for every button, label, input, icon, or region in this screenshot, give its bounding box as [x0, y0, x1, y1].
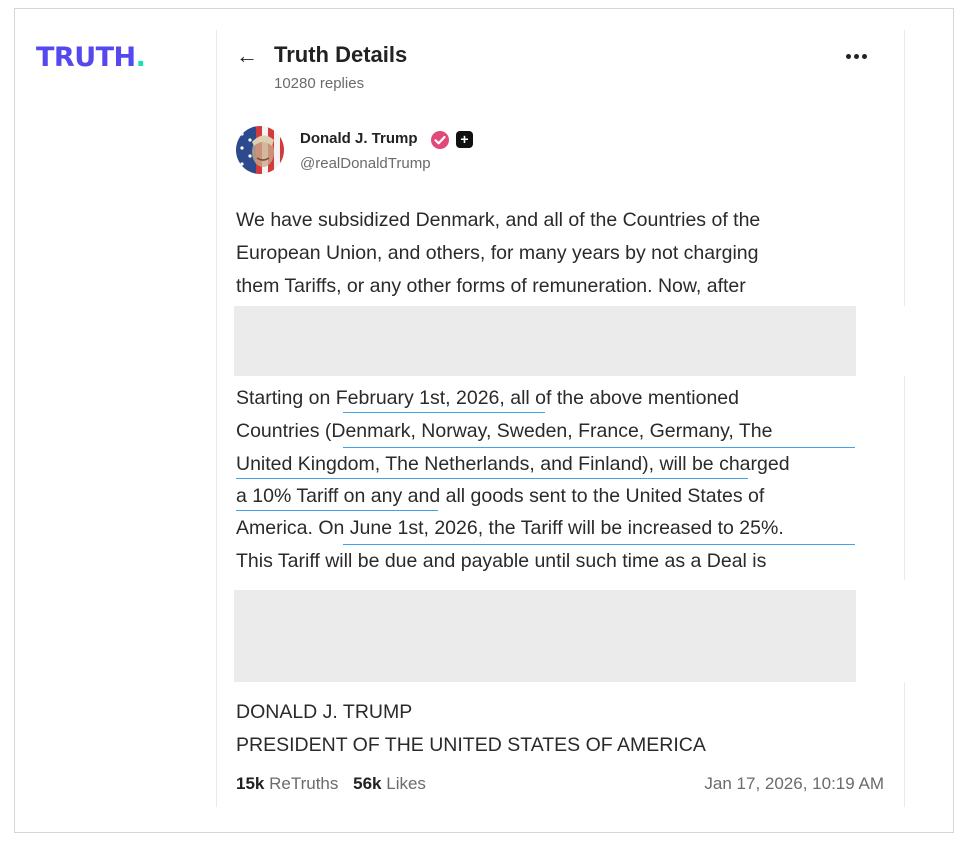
author-handle[interactable]: @realDonaldTrump: [300, 155, 431, 172]
right-column-divider-bottom: [904, 682, 905, 807]
verified-badge-icon: [431, 131, 449, 149]
avatar[interactable]: [236, 126, 284, 174]
logo-dot: .: [135, 42, 146, 73]
page-title: Truth Details: [274, 42, 408, 67]
post-line: European Union, and others, for many yea…: [236, 242, 759, 264]
post-line: America. On June 1st, 2026, the Tariff w…: [236, 517, 784, 539]
retruths-label: ReTruths: [269, 774, 339, 793]
likes-stat[interactable]: 56k Likes: [353, 774, 426, 793]
redacted-block: [234, 306, 856, 376]
plus-badge-icon: +: [456, 131, 473, 148]
right-column-divider-middle: [904, 376, 905, 580]
post-line: Countries (Denmark, Norway, Sweden, Fran…: [236, 420, 773, 442]
post-timestamp: Jan 17, 2026, 10:19 AM: [704, 774, 884, 793]
redacted-block: [234, 590, 856, 682]
highlight-underline: [236, 478, 748, 479]
truth-logo[interactable]: TRUTH.: [36, 42, 146, 73]
right-column-divider-top: [904, 30, 905, 306]
post-line: a 10% Tariff on any and all goods sent t…: [236, 485, 765, 507]
left-column-divider: [216, 30, 217, 807]
retruths-stat[interactable]: 15k ReTruths: [236, 774, 338, 793]
author-name[interactable]: Donald J. Trump: [300, 130, 418, 147]
highlight-underline: [236, 510, 438, 511]
replies-count: 10280 replies: [274, 75, 365, 92]
highlight-underline: [343, 544, 855, 545]
logo-text: TRUTH: [36, 42, 136, 73]
retruths-count: 15k: [236, 774, 265, 793]
signature-line: DONALD J. TRUMP: [236, 701, 413, 723]
post-line: We have subsidized Denmark, and all of t…: [236, 209, 761, 231]
likes-count: 56k: [353, 774, 382, 793]
more-horizontal-icon[interactable]: [846, 50, 867, 63]
highlight-underline: [343, 412, 545, 413]
post-line: This Tariff will be due and payable unti…: [236, 550, 767, 572]
likes-label: Likes: [386, 774, 426, 793]
post-line: United Kingdom, The Netherlands, and Fin…: [236, 453, 790, 475]
highlight-underline: [343, 447, 855, 448]
signature-line: PRESIDENT OF THE UNITED STATES OF AMERIC…: [236, 734, 706, 756]
post-line: Starting on February 1st, 2026, all of t…: [236, 387, 739, 409]
post-line: them Tariffs, or any other forms of remu…: [236, 275, 746, 297]
post-stats: 15k ReTruths 56k Likes: [236, 774, 426, 794]
arrow-left-icon[interactable]: ←: [236, 44, 258, 68]
